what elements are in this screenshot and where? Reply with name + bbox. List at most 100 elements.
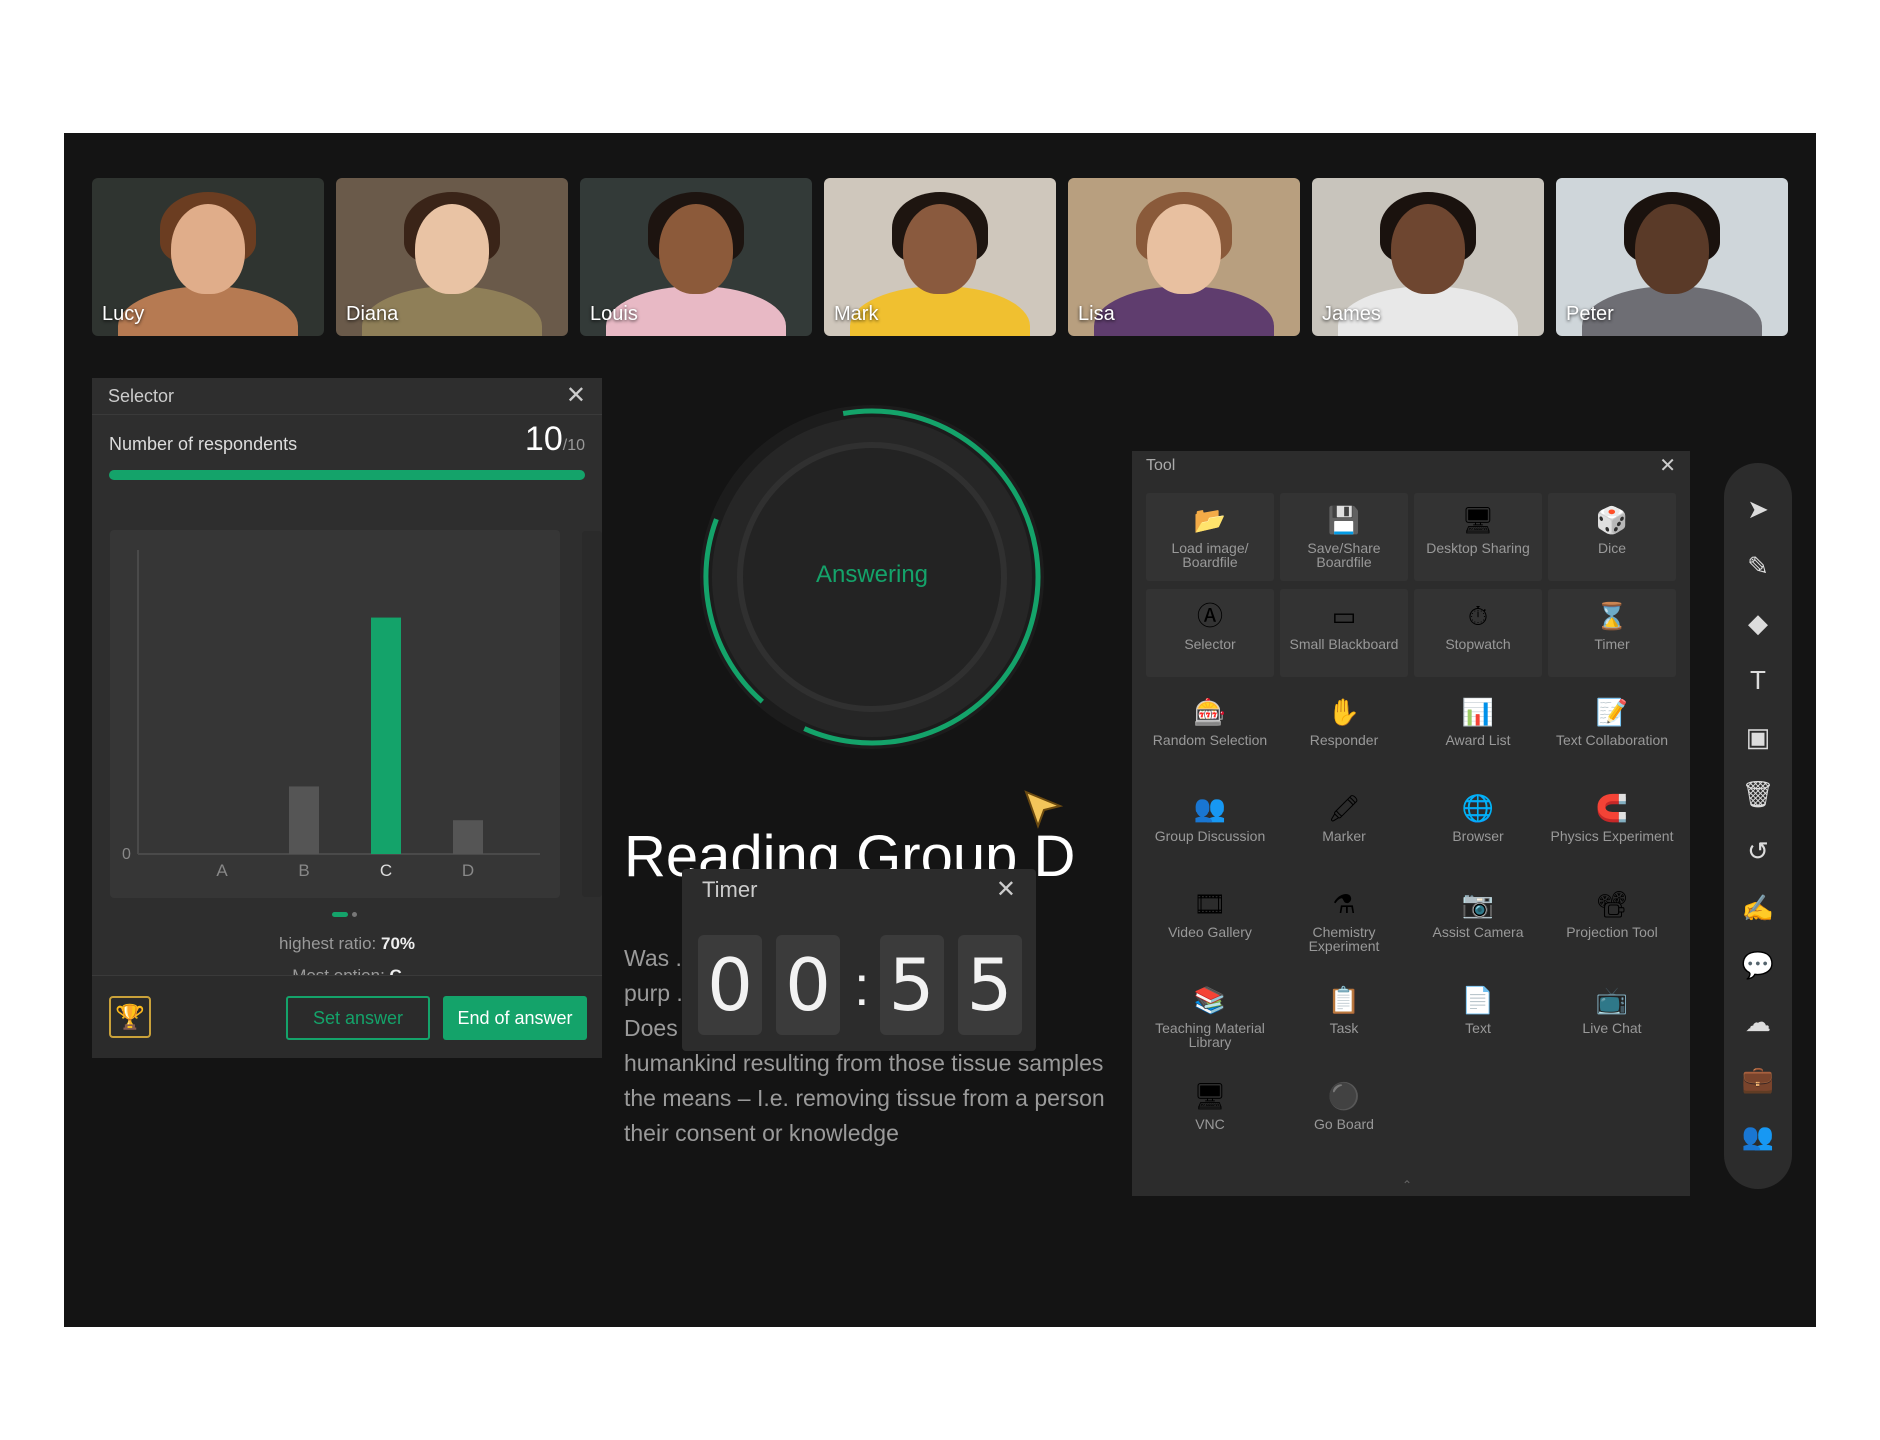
respondents-count: 10/10 [525, 420, 585, 459]
participant-face [1147, 204, 1221, 294]
page-dots[interactable] [332, 904, 361, 922]
toolbox-icon[interactable]: 💼 [1734, 1055, 1782, 1103]
x-tick-label: A [216, 861, 228, 880]
cloud-icon[interactable]: ☁ [1734, 998, 1782, 1046]
browser-icon: 🌐 [1461, 793, 1495, 823]
award-list-icon: 📊 [1461, 697, 1495, 727]
tool-title: Tool [1146, 457, 1176, 474]
x-tick-label: C [380, 861, 392, 880]
tool-item[interactable]: 🎲 Dice [1548, 493, 1676, 581]
tool-item[interactable]: 💾 Save/Share Boardfile [1280, 493, 1408, 581]
undo-icon[interactable]: ↺ [1734, 827, 1782, 875]
tool-item[interactable]: 🎰 Random Selection [1146, 685, 1274, 773]
marker-icon: 🖍 [1327, 793, 1361, 823]
tool-item[interactable]: 📚 Teaching Material Library [1146, 973, 1274, 1061]
timer-digit: 5 [879, 935, 944, 1035]
tool-item[interactable]: ⌛ Timer [1548, 589, 1676, 677]
save-icon: 💾 [1327, 505, 1361, 535]
answer-chart: 0 A B C D [110, 530, 560, 898]
tool-item[interactable]: 🎞 Video Gallery [1146, 877, 1274, 965]
participant-name: Mark [834, 303, 879, 325]
answering-indicator: Answering [694, 399, 1050, 755]
task-icon: 📋 [1327, 985, 1361, 1015]
highest-ratio-value: 70% [381, 934, 416, 953]
tool-item[interactable]: ✋ Responder [1280, 685, 1408, 773]
users-icon[interactable]: 👥 [1734, 1112, 1782, 1160]
tool-item[interactable]: 👥 Group Discussion [1146, 781, 1274, 869]
text-tool-icon[interactable]: T [1734, 656, 1782, 704]
participant-video-tile[interactable]: Lisa [1068, 178, 1300, 336]
page-dot-active[interactable] [332, 912, 348, 917]
pointer-icon[interactable]: ➤ [1734, 485, 1782, 533]
tool-item[interactable]: 📝 Text Collaboration [1548, 685, 1676, 773]
go-board-icon: ⚫ [1327, 1081, 1361, 1111]
tool-item[interactable]: 🖥 VNC [1146, 1069, 1274, 1157]
timer-titlebar: Timer ✕ [682, 869, 1036, 911]
tool-item-label: Task [1329, 1020, 1359, 1036]
highest-ratio-row: highest ratio: 70% [92, 928, 602, 960]
tool-item[interactable]: 📺 Live Chat [1548, 973, 1676, 1061]
random-selection-icon: 🎰 [1193, 697, 1227, 727]
tool-item[interactable]: 📽 Projection Tool [1548, 877, 1676, 965]
tool-item[interactable]: 📋 Task [1280, 973, 1408, 1061]
tool-item[interactable]: 🖍 Marker [1280, 781, 1408, 869]
collapse-handle-icon[interactable]: ⌃ [1402, 1178, 1412, 1192]
timer-window[interactable]: Timer ✕ 0 0 : 5 5 [682, 869, 1036, 1051]
desktop-sharing-icon: 🖥 [1461, 505, 1495, 535]
flask-icon: ⚗ [1332, 889, 1356, 919]
highest-ratio-label: highest ratio: [278, 934, 377, 953]
image-icon[interactable]: ▣ [1734, 713, 1782, 761]
participant-name: Peter [1566, 303, 1614, 325]
tool-item[interactable]: ⏱ Stopwatch [1414, 589, 1542, 677]
edit-icon[interactable]: ✍ [1734, 884, 1782, 932]
close-icon[interactable]: ✕ [1659, 456, 1676, 476]
close-icon[interactable]: ✕ [566, 384, 586, 408]
tool-item[interactable]: 🧲 Physics Experiment [1548, 781, 1676, 869]
participant-video-tile[interactable]: Lucy [92, 178, 324, 336]
tool-item-label: Selector [1184, 636, 1236, 652]
live-chat-icon: 📺 [1595, 985, 1629, 1015]
respondents-progress-bar [109, 470, 585, 480]
trash-icon[interactable]: 🗑 [1734, 770, 1782, 818]
respondents-count-value: 10 [524, 420, 563, 458]
participant-name: Lucy [102, 303, 145, 325]
tool-item[interactable]: 🖥 Desktop Sharing [1414, 493, 1542, 581]
participant-name: Louis [590, 303, 638, 325]
tool-item[interactable]: ⚗ Chemistry Experiment [1280, 877, 1408, 965]
answer-chart-svg: 0 A B C D [122, 550, 540, 880]
participant-video-tile[interactable]: Mark [824, 178, 1056, 336]
page-dot[interactable] [352, 912, 357, 917]
tool-item-label: Stopwatch [1445, 636, 1511, 652]
participant-video-tile[interactable]: Peter [1556, 178, 1788, 336]
projection-icon: 📽 [1595, 889, 1629, 919]
tool-item[interactable]: 📂 Load image/ Boardfile [1146, 493, 1274, 581]
tool-item-label: Save/Share Boardfile [1307, 540, 1381, 570]
tool-item[interactable]: 📷 Assist Camera [1414, 877, 1542, 965]
set-answer-button[interactable]: Set answer [286, 996, 430, 1040]
tool-item[interactable]: ⚫ Go Board [1280, 1069, 1408, 1157]
chat-icon[interactable]: 💬 [1734, 941, 1782, 989]
tool-item[interactable]: 📄 Text [1414, 973, 1542, 1061]
respondents-row: Number of respondents 10/10 [109, 416, 585, 462]
tool-item[interactable]: 📊 Award List [1414, 685, 1542, 773]
eraser-icon[interactable]: ◆ [1734, 599, 1782, 647]
tool-item[interactable]: ▭ Small Blackboard [1280, 589, 1408, 677]
participant-face [903, 204, 977, 294]
timer-digit: 0 [698, 935, 762, 1035]
participant-video-tile[interactable]: Louis [580, 178, 812, 336]
trophy-icon[interactable]: 🏆 [109, 996, 151, 1038]
participant-video-tile[interactable]: James [1312, 178, 1544, 336]
participant-video-tile[interactable]: Diana [336, 178, 568, 336]
end-of-answer-button[interactable]: End of answer [443, 996, 587, 1040]
timer-title: Timer [702, 877, 758, 902]
y-tick-label: 0 [122, 846, 131, 863]
timer-digits: 0 0 : 5 5 [698, 935, 1036, 1035]
close-icon[interactable]: ✕ [996, 878, 1016, 902]
timer-digit: 5 [957, 935, 1022, 1035]
tool-item[interactable]: Ⓐ Selector [1146, 589, 1274, 677]
library-icon: 📚 [1193, 985, 1227, 1015]
tool-item[interactable]: 🌐 Browser [1414, 781, 1542, 869]
timer-digit: 0 [776, 935, 840, 1035]
pen-icon[interactable]: ✎ [1734, 542, 1782, 590]
participant-face [171, 204, 245, 294]
